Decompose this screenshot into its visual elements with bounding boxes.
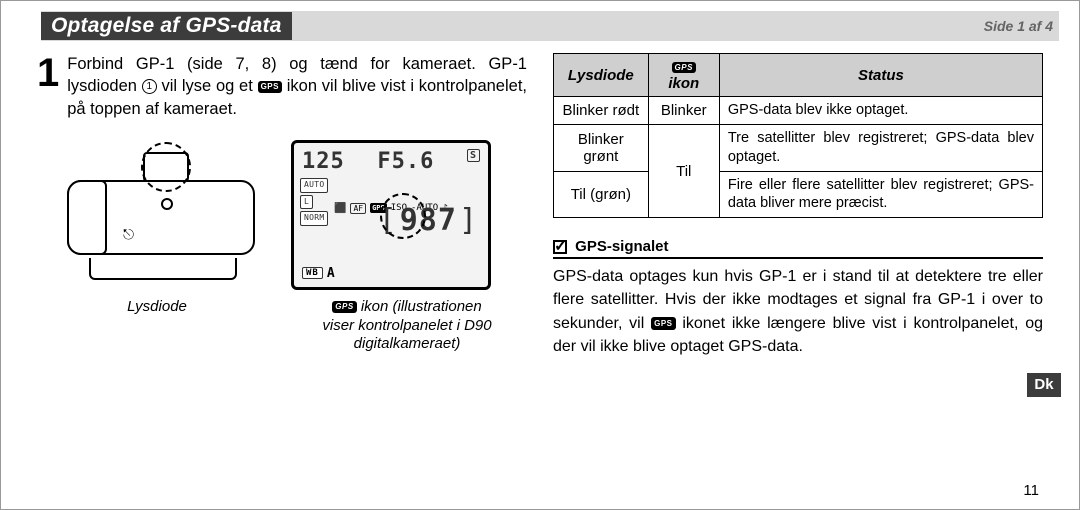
dashed-circle-icon <box>141 142 191 192</box>
th-status: Status <box>719 54 1042 97</box>
illustration-row: ⎋ 125 F5.6 S AUTO L NORM ⬛ <box>37 140 527 290</box>
table-row: Blinker rødt Blinker GPS-data blev ikke … <box>554 97 1043 125</box>
section-title: Optagelse af GPS-data <box>41 12 292 40</box>
gps-icon: GPS <box>672 62 696 73</box>
note-heading: GPS-signalet <box>553 238 1043 259</box>
lcd-norm: NORM <box>300 211 328 226</box>
caption-lcd: GPS ikon (illustrationen viser kontrolpa… <box>287 298 527 354</box>
table-row: Til (grøn) Fire eller flere satellitter … <box>554 171 1043 218</box>
caption-lysdiode: Lysdiode <box>57 298 257 354</box>
dashed-circle-icon <box>380 193 426 239</box>
camera-illustration: ⎋ <box>61 140 261 290</box>
lcd-shutter: 125 <box>302 149 345 174</box>
lcd-aperture: F5.6 <box>377 149 434 174</box>
lcd-panel-illustration: 125 F5.6 S AUTO L NORM ⬛ AF GPS ISO <box>291 140 491 290</box>
step-text-b: vil lyse og et <box>157 77 258 95</box>
language-tab: Dk <box>1027 373 1061 397</box>
table-row: Blinker grønt Til Tre satellitter blev r… <box>554 124 1043 171</box>
page-number: 11 <box>1023 482 1039 499</box>
step-number: 1 <box>37 53 59 120</box>
gps-icon: GPS <box>258 81 282 94</box>
lcd-auto: AUTO <box>300 178 328 193</box>
usb-icon: ⎋ <box>123 226 134 243</box>
check-icon <box>553 240 567 254</box>
lcd-wb-icon: WB <box>302 267 323 279</box>
side-page-indicator: Side 1 af 4 <box>984 18 1059 34</box>
note-body: GPS-data optages kun hvis GP-1 er i stan… <box>553 265 1043 358</box>
th-lysdiode: Lysdiode <box>554 54 649 97</box>
gps-icon: GPS <box>332 301 356 313</box>
step-text: Forbind GP-1 (side 7, 8) og tænd for kam… <box>67 53 527 120</box>
lcd-quality: L <box>300 195 313 210</box>
circled-one-icon: 1 <box>142 79 157 94</box>
lcd-wb-mode: A <box>327 266 336 281</box>
gps-icon: GPS <box>651 317 675 331</box>
status-table: Lysdiode GPS ikon Status Blinker rødt Bl… <box>553 53 1043 218</box>
th-icon: GPS ikon <box>648 54 719 97</box>
lcd-smode: S <box>467 149 480 162</box>
